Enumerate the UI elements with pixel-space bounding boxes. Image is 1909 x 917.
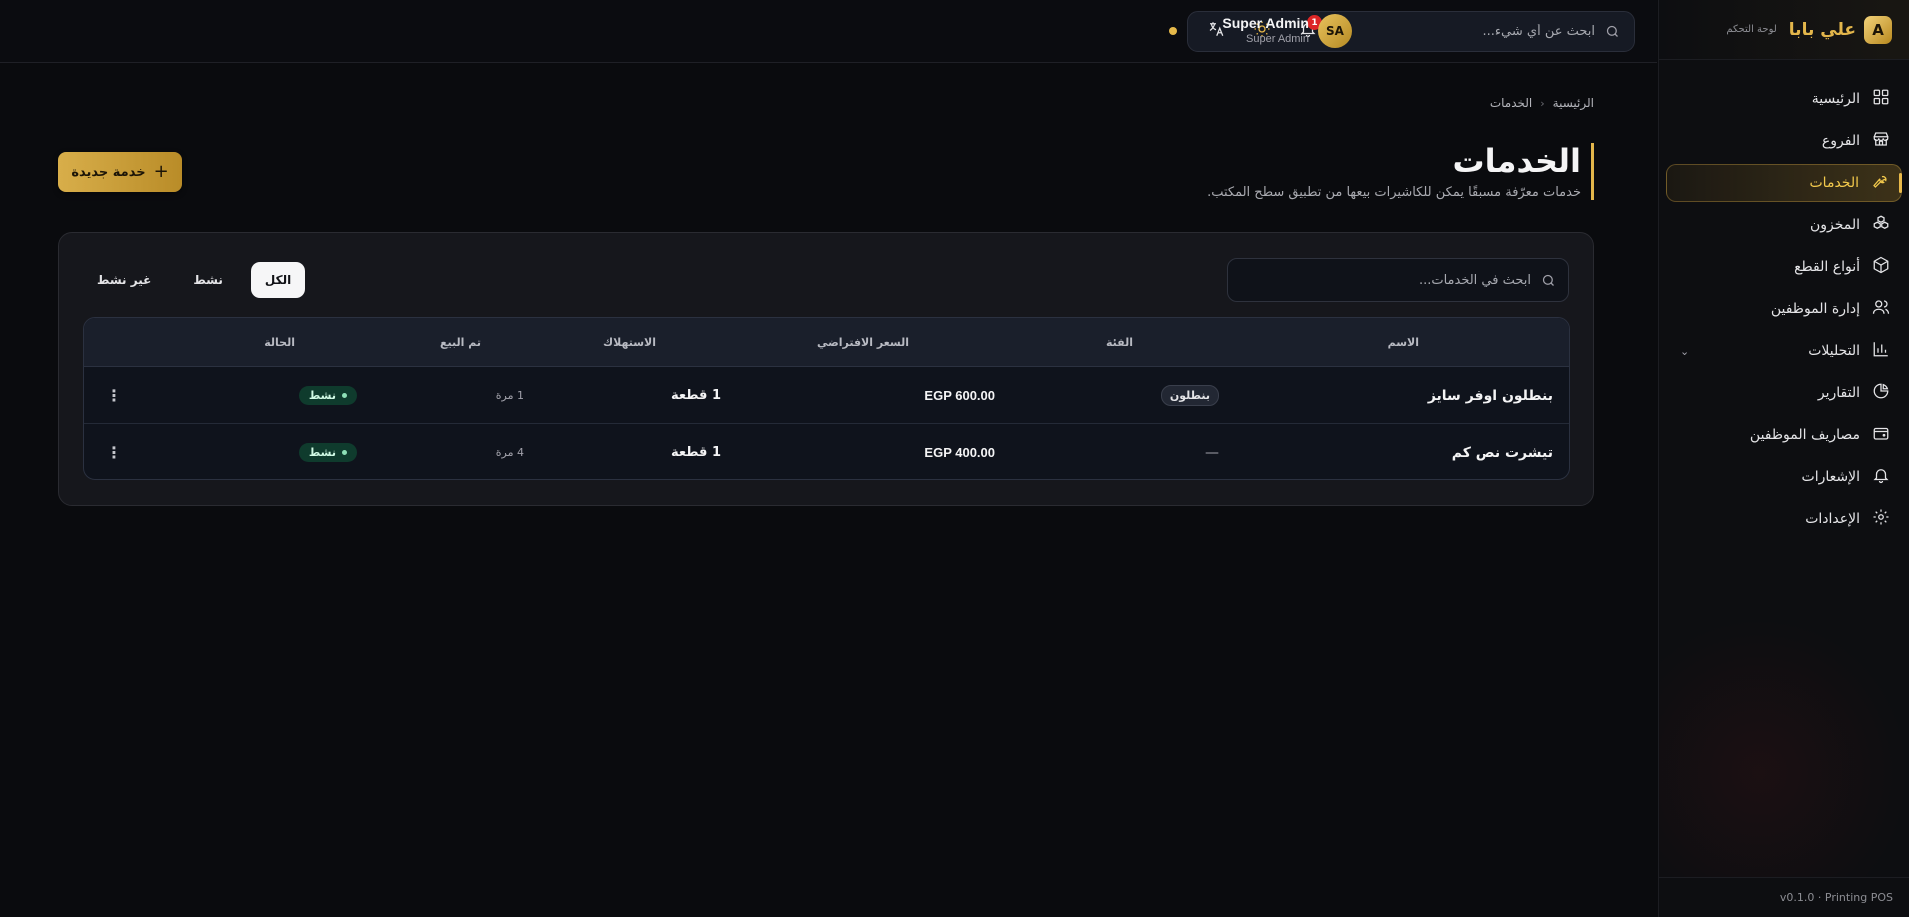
- table-row[interactable]: تيشرت نص كم — EGP 400.00 1 قطعة 4 مرة نش…: [84, 424, 1569, 479]
- search-icon: [1541, 273, 1556, 288]
- search-icon: [1605, 24, 1620, 39]
- user-info[interactable]: Super Admin Super Admin: [1222, 15, 1309, 45]
- brand-name: علي بابا: [1788, 19, 1856, 40]
- service-category: —: [1205, 424, 1219, 479]
- column-name[interactable]: الاسم: [1388, 336, 1419, 349]
- category-badge: بنطلون: [1160, 385, 1219, 406]
- wrench-icon: [1871, 172, 1889, 194]
- column-category[interactable]: الفئة: [1106, 336, 1133, 349]
- sidebar-item-reports[interactable]: التقارير: [1666, 374, 1902, 412]
- sidebar-item-label: التحليلات: [1808, 343, 1860, 359]
- status-badge: نشط: [298, 443, 357, 462]
- sidebar-item-label: التقارير: [1817, 385, 1860, 401]
- connection-status-dot: [1169, 27, 1177, 35]
- bell-icon: [1872, 466, 1890, 488]
- sidebar-item-employee-expenses[interactable]: مصاريف الموظفين: [1666, 416, 1902, 454]
- table-header: الاسم الفئة السعر الافتراضي الاستهلاك تم…: [84, 318, 1569, 367]
- sidebar-item-branches[interactable]: الفروع: [1666, 122, 1902, 160]
- page-title: الخدمات: [1452, 142, 1581, 180]
- sidebar-glow: [1659, 617, 1909, 877]
- sidebar-item-notifications[interactable]: الإشعارات: [1666, 458, 1902, 496]
- service-status: نشط: [298, 367, 357, 424]
- breadcrumb-home[interactable]: الرئيسية: [1553, 96, 1594, 110]
- brand[interactable]: A علي بابا لوحة التحكم: [1659, 0, 1909, 60]
- service-category: بنطلون: [1160, 367, 1219, 424]
- service-sold: 1 مرة: [495, 389, 524, 402]
- filter-tab-all[interactable]: الكل: [250, 262, 306, 298]
- services-search-input[interactable]: [1240, 272, 1531, 288]
- sidebar-item-label: الفروع: [1821, 133, 1860, 149]
- sidebar-item-label: أنواع القطع: [1794, 259, 1860, 275]
- column-status[interactable]: الحالة: [264, 336, 295, 349]
- user-name: Super Admin: [1222, 15, 1309, 31]
- page-subtitle: خدمات معرّفة مسبقًا يمكن للكاشيرات بيعها…: [1207, 185, 1581, 200]
- sidebar-item-inventory[interactable]: المخزون: [1666, 206, 1902, 244]
- status-label: نشط: [308, 389, 336, 402]
- column-price[interactable]: السعر الافتراضي: [817, 336, 909, 349]
- sidebar-item-label: الخدمات: [1809, 175, 1860, 191]
- service-consumption: 1 قطعة: [671, 388, 721, 403]
- chevron-left-icon: ‹: [1540, 96, 1545, 110]
- sidebar-item-employees[interactable]: إدارة الموظفين: [1666, 290, 1902, 328]
- page-header: الخدمات خدمات معرّفة مسبقًا يمكن للكاشير…: [1207, 143, 1594, 200]
- status-label: نشط: [308, 446, 336, 459]
- chart-icon: [1872, 340, 1890, 362]
- app-version: v0.1.0 · Printing POS: [1658, 877, 1909, 917]
- status-dot: [342, 393, 347, 398]
- service-price: EGP 400.00: [924, 445, 995, 460]
- gear-icon: [1872, 508, 1890, 530]
- filter-tab-inactive[interactable]: غير نشط: [83, 262, 165, 298]
- sidebar-item-piece-types[interactable]: أنواع القطع: [1666, 248, 1902, 286]
- user-role: Super Admin: [1246, 33, 1309, 45]
- sidebar-item-label: مصاريف الموظفين: [1749, 427, 1860, 443]
- users-icon: [1872, 298, 1890, 320]
- boxes-icon: [1872, 214, 1890, 236]
- brand-logo: A: [1864, 15, 1892, 44]
- services-table: الاسم الفئة السعر الافتراضي الاستهلاك تم…: [83, 317, 1570, 480]
- sidebar-item-services[interactable]: الخدمات: [1666, 164, 1902, 202]
- sidebar-item-analytics[interactable]: التحليلات ⌄: [1666, 332, 1902, 370]
- dashboard-icon: [1872, 88, 1890, 110]
- sidebar-item-label: الإشعارات: [1801, 469, 1860, 485]
- sidebar-item-label: المخزون: [1809, 217, 1860, 233]
- sidebar-item-settings[interactable]: الإعدادات: [1666, 500, 1902, 538]
- service-name: بنطلون اوفر سايز: [1427, 387, 1553, 404]
- pie-chart-icon: [1872, 382, 1890, 404]
- category-empty: —: [1205, 444, 1219, 461]
- service-status: نشط: [298, 424, 357, 479]
- sidebar-nav: الرئيسية الفروع الخدمات المخزون أنواع ال…: [1659, 80, 1909, 538]
- service-price: EGP 600.00: [924, 388, 995, 403]
- breadcrumb-current: الخدمات: [1489, 96, 1533, 110]
- service-sold: 4 مرة: [495, 446, 524, 459]
- status-dot: [342, 450, 347, 455]
- topbar: 1 SA Super Admin Super Admin: [0, 0, 1657, 63]
- column-consumption[interactable]: الاستهلاك: [603, 336, 656, 349]
- status-filter-tabs: الكل نشط غير نشط: [83, 262, 306, 298]
- new-service-button[interactable]: + خدمة جديدة: [58, 152, 182, 192]
- store-icon: [1872, 130, 1890, 152]
- sidebar-item-label: إدارة الموظفين: [1770, 301, 1860, 317]
- box-icon: [1872, 256, 1890, 278]
- service-name: تيشرت نص كم: [1451, 444, 1553, 461]
- column-sold[interactable]: تم البيع: [440, 336, 481, 349]
- row-actions-icon[interactable]: ⋮: [106, 367, 122, 424]
- wallet-icon: [1872, 424, 1890, 446]
- sidebar-item-home[interactable]: الرئيسية: [1666, 80, 1902, 118]
- chevron-down-icon[interactable]: ⌄: [1680, 345, 1689, 358]
- table-row[interactable]: بنطلون اوفر سايز بنطلون EGP 600.00 1 قطع…: [84, 367, 1569, 424]
- service-consumption: 1 قطعة: [671, 445, 721, 460]
- filter-tab-active[interactable]: نشط: [179, 262, 237, 298]
- brand-subtitle: لوحة التحكم: [1726, 24, 1777, 35]
- status-badge: نشط: [298, 386, 357, 405]
- plus-icon: +: [153, 161, 169, 182]
- sidebar-item-label: الإعدادات: [1805, 511, 1860, 527]
- sidebar: A علي بابا لوحة التحكم الرئيسية الفروع ا…: [1658, 0, 1909, 917]
- breadcrumb: الرئيسية ‹ الخدمات: [1490, 96, 1594, 110]
- new-service-label: خدمة جديدة: [71, 164, 146, 180]
- sidebar-item-label: الرئيسية: [1811, 91, 1860, 107]
- table-search[interactable]: [1227, 258, 1569, 302]
- avatar[interactable]: SA: [1318, 14, 1352, 48]
- row-actions-icon[interactable]: ⋮: [106, 424, 122, 479]
- services-card: الكل نشط غير نشط الاسم الفئة السعر الافت…: [58, 232, 1594, 506]
